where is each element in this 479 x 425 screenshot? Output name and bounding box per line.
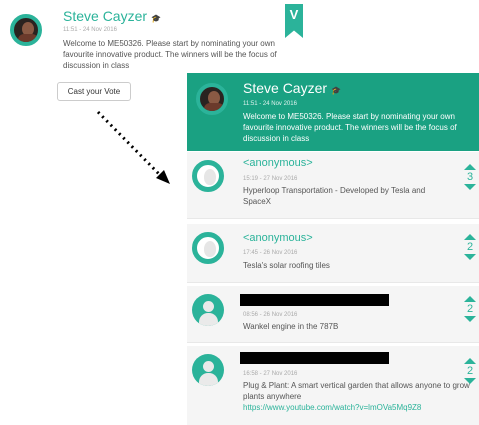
entry-timestamp: 16:58 - 27 Nov 2016 <box>243 371 298 377</box>
panel-author-avatar <box>196 83 228 115</box>
vote-control: 2 <box>463 296 477 322</box>
list-item: 16:58 - 27 Nov 2016 Plug & Plant: A smar… <box>187 346 479 425</box>
voting-panel-header: Steve Cayzer 🎓 11:51 - 24 Nov 2016 Welco… <box>187 73 479 151</box>
entry-author: <anonymous> <box>243 232 313 244</box>
entry-timestamp: 15:19 - 27 Nov 2016 <box>243 176 298 182</box>
list-item: <anonymous> 15:19 - 27 Nov 2016 Hyperloo… <box>187 152 479 219</box>
anonymous-avatar <box>192 160 224 192</box>
vote-count: 2 <box>466 303 474 315</box>
entry-timestamp: 08:56 - 26 Nov 2016 <box>243 312 298 318</box>
panel-timestamp: 11:51 - 24 Nov 2016 <box>243 101 297 107</box>
downvote-icon[interactable] <box>464 254 476 260</box>
list-item: <anonymous> 17:45 - 26 Nov 2016 Tesla's … <box>187 224 479 283</box>
redacted-author <box>240 294 389 306</box>
vote-count: 3 <box>466 171 474 183</box>
upvote-icon[interactable] <box>464 164 476 170</box>
downvote-icon[interactable] <box>464 316 476 322</box>
upvote-icon[interactable] <box>464 234 476 240</box>
panel-message: Welcome to ME50326. Please start by nomi… <box>243 112 457 143</box>
entry-text: Plug & Plant: A smart vertical garden th… <box>243 380 471 413</box>
vote-count: 2 <box>466 365 474 377</box>
vote-count: 2 <box>466 241 474 253</box>
anonymous-avatar <box>192 232 224 264</box>
entry-link[interactable]: https://www.youtube.com/watch?v=lmOVa5Mq… <box>243 403 421 412</box>
upvote-icon[interactable] <box>464 296 476 302</box>
entry-text: Tesla's solar roofing tiles <box>243 261 330 270</box>
entry-timestamp: 17:45 - 26 Nov 2016 <box>243 250 298 256</box>
user-avatar <box>192 354 224 386</box>
entry-text: Wankel engine in the 787B <box>243 322 339 331</box>
downvote-icon[interactable] <box>464 378 476 384</box>
entry-text-body: Plug & Plant: A smart vertical garden th… <box>243 381 470 401</box>
user-avatar <box>192 294 224 326</box>
vote-control: 2 <box>463 358 477 384</box>
panel-author[interactable]: Steve Cayzer 🎓 <box>243 80 341 96</box>
entry-text: Hyperloop Transportation - Developed by … <box>243 186 426 206</box>
vote-control: 2 <box>463 234 477 260</box>
redacted-author <box>240 352 389 364</box>
entry-author: <anonymous> <box>243 157 313 169</box>
graduation-cap-icon: 🎓 <box>330 86 341 95</box>
downvote-icon[interactable] <box>464 184 476 190</box>
vote-control: 3 <box>463 164 477 190</box>
upvote-icon[interactable] <box>464 358 476 364</box>
list-item: 08:56 - 26 Nov 2016 Wankel engine in the… <box>187 286 479 343</box>
